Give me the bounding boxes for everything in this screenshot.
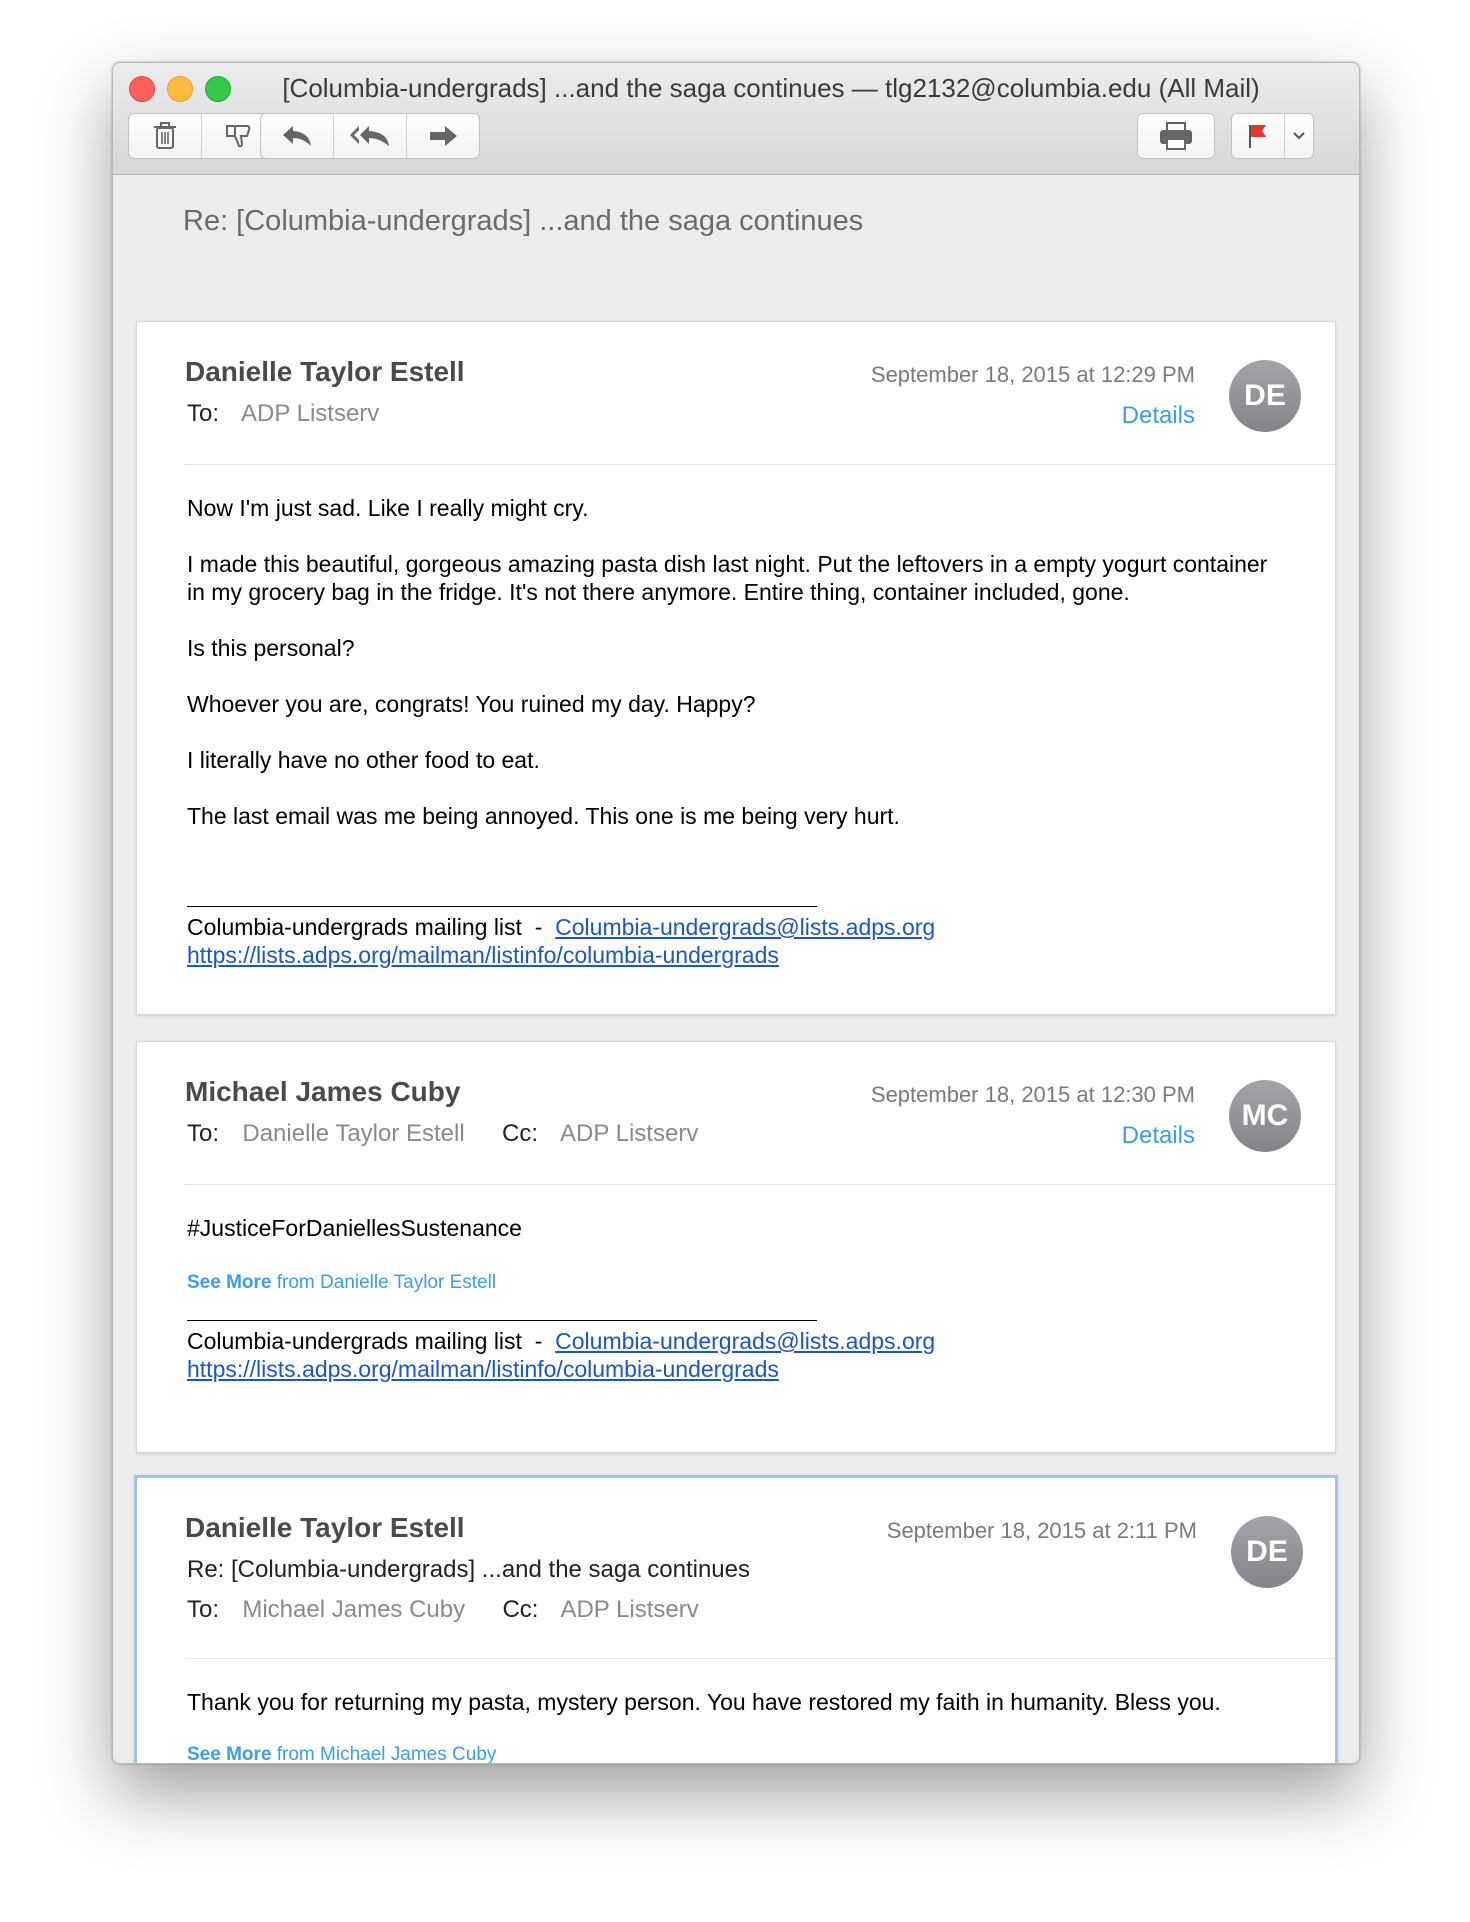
delete-button[interactable] bbox=[129, 114, 202, 158]
to-label: To: bbox=[187, 400, 220, 427]
flag-icon bbox=[1249, 125, 1266, 148]
details-link[interactable]: Details bbox=[1122, 1122, 1195, 1150]
junk-icon bbox=[226, 125, 251, 148]
see-more-source: from Michael James Cuby bbox=[271, 1744, 497, 1764]
list-url-link[interactable]: https://lists.adps.org/mailman/listinfo/… bbox=[187, 942, 779, 968]
forward-icon bbox=[430, 126, 457, 146]
to-recipient[interactable]: Michael James Cuby bbox=[242, 1596, 465, 1623]
sender-name: Danielle Taylor Estell bbox=[185, 356, 465, 387]
print-button[interactable] bbox=[1138, 114, 1214, 158]
to-recipient[interactable]: Danielle Taylor Estell bbox=[242, 1120, 464, 1147]
header-divider bbox=[185, 1184, 1335, 1185]
cc-label: Cc: bbox=[502, 1120, 539, 1147]
print-group bbox=[1137, 113, 1215, 159]
message-card[interactable]: Michael James Cuby September 18, 2015 at… bbox=[136, 1041, 1336, 1453]
thread-subject: Re: [Columbia-undergrads] ...and the sag… bbox=[183, 205, 864, 237]
sender-name: Danielle Taylor Estell bbox=[185, 1512, 465, 1543]
flag-group bbox=[1231, 113, 1314, 159]
list-footer: Columbia-undergrads mailing list - Colum… bbox=[187, 913, 1285, 941]
avatar: DE bbox=[1231, 1516, 1303, 1588]
reply-all-button[interactable] bbox=[334, 114, 407, 158]
header-divider bbox=[185, 464, 1335, 465]
list-footer-block: Columbia-undergrads mailing list - Colum… bbox=[187, 1320, 1285, 1383]
see-more-label: See More bbox=[187, 1272, 272, 1293]
details-link[interactable]: Details bbox=[1122, 402, 1195, 430]
reply-button[interactable] bbox=[261, 114, 334, 158]
message-body: Now I'm just sad. Like I really might cr… bbox=[187, 494, 1285, 969]
message-date: September 18, 2015 at 12:30 PM bbox=[870, 1082, 1195, 1107]
message-date: September 18, 2015 at 2:11 PM bbox=[886, 1518, 1197, 1543]
reply-all-icon bbox=[350, 126, 389, 146]
body-paragraph: I made this beautiful, gorgeous amazing … bbox=[187, 551, 1268, 605]
see-more-label: See More bbox=[187, 1744, 272, 1764]
footer-text: Columbia-undergrads mailing list - bbox=[187, 1328, 556, 1354]
list-email-link[interactable]: Columbia-undergrads@lists.adps.org bbox=[555, 914, 935, 940]
recipients-line: To: ADP Listserv bbox=[187, 400, 379, 428]
message-date: September 18, 2015 at 12:29 PM bbox=[870, 362, 1195, 387]
reply-forward-group bbox=[260, 113, 480, 159]
list-url-link[interactable]: https://lists.adps.org/mailman/listinfo/… bbox=[187, 1356, 779, 1382]
body-paragraph: The last email was me being annoyed. Thi… bbox=[187, 803, 900, 829]
to-label: To: bbox=[187, 1596, 220, 1623]
body-paragraph: #JusticeForDaniellesSustenance bbox=[187, 1215, 522, 1241]
forward-button[interactable] bbox=[407, 114, 479, 158]
message-body: Thank you for returning my pasta, myster… bbox=[187, 1688, 1285, 1744]
flag-menu-button[interactable] bbox=[1285, 114, 1313, 158]
trash-icon bbox=[154, 122, 176, 149]
mail-window: [Columbia-undergrads] ...and the saga co… bbox=[112, 62, 1360, 1764]
footer-text: Columbia-undergrads mailing list - bbox=[187, 914, 556, 940]
see-more-source: from Danielle Taylor Estell bbox=[271, 1272, 497, 1293]
cc-recipient[interactable]: ADP Listserv bbox=[560, 1120, 698, 1147]
reply-icon bbox=[283, 126, 311, 146]
body-paragraph: I literally have no other food to eat. bbox=[187, 747, 540, 773]
message-viewer: Re: [Columbia-undergrads] ...and the sag… bbox=[113, 175, 1359, 1763]
flag-button[interactable] bbox=[1232, 114, 1285, 158]
body-paragraph: Is this personal? bbox=[187, 635, 355, 661]
signature-divider bbox=[187, 1320, 817, 1321]
delete-junk-group bbox=[128, 113, 275, 159]
message-body: #JusticeForDaniellesSustenance bbox=[187, 1214, 1285, 1270]
print-icon bbox=[1160, 122, 1192, 150]
chevron-down-icon bbox=[1293, 132, 1305, 140]
avatar: MC bbox=[1229, 1080, 1301, 1152]
sender-name: Michael James Cuby bbox=[185, 1076, 461, 1107]
to-recipient[interactable]: ADP Listserv bbox=[241, 400, 379, 427]
see-more-link[interactable]: See More from Danielle Taylor Estell bbox=[187, 1272, 496, 1294]
body-paragraph: Now I'm just sad. Like I really might cr… bbox=[187, 495, 589, 521]
cc-recipient[interactable]: ADP Listserv bbox=[560, 1596, 698, 1623]
message-card[interactable]: Danielle Taylor Estell September 18, 201… bbox=[136, 321, 1336, 1015]
window-title: [Columbia-undergrads] ...and the saga co… bbox=[282, 73, 1260, 103]
list-email-link[interactable]: Columbia-undergrads@lists.adps.org bbox=[555, 1328, 935, 1354]
recipients-line: To: Michael James Cuby Cc: ADP Listserv bbox=[187, 1596, 699, 1624]
avatar: DE bbox=[1229, 360, 1301, 432]
header-divider bbox=[185, 1658, 1335, 1659]
list-footer: Columbia-undergrads mailing list - Colum… bbox=[187, 1327, 1285, 1355]
signature-divider bbox=[187, 906, 817, 907]
see-more-link[interactable]: See More from Michael James Cuby bbox=[187, 1744, 497, 1764]
to-label: To: bbox=[187, 1120, 220, 1147]
cc-label: Cc: bbox=[502, 1596, 539, 1623]
message-card-selected[interactable]: Danielle Taylor Estell September 18, 201… bbox=[134, 1475, 1338, 1764]
body-paragraph: Thank you for returning my pasta, myster… bbox=[187, 1689, 1221, 1715]
recipients-line: To: Danielle Taylor Estell Cc: ADP Lists… bbox=[187, 1120, 698, 1148]
title-bar: [Columbia-undergrads] ...and the saga co… bbox=[113, 63, 1359, 175]
body-paragraph: Whoever you are, congrats! You ruined my… bbox=[187, 691, 756, 717]
message-subject-line: Re: [Columbia-undergrads] ...and the sag… bbox=[187, 1556, 751, 1583]
